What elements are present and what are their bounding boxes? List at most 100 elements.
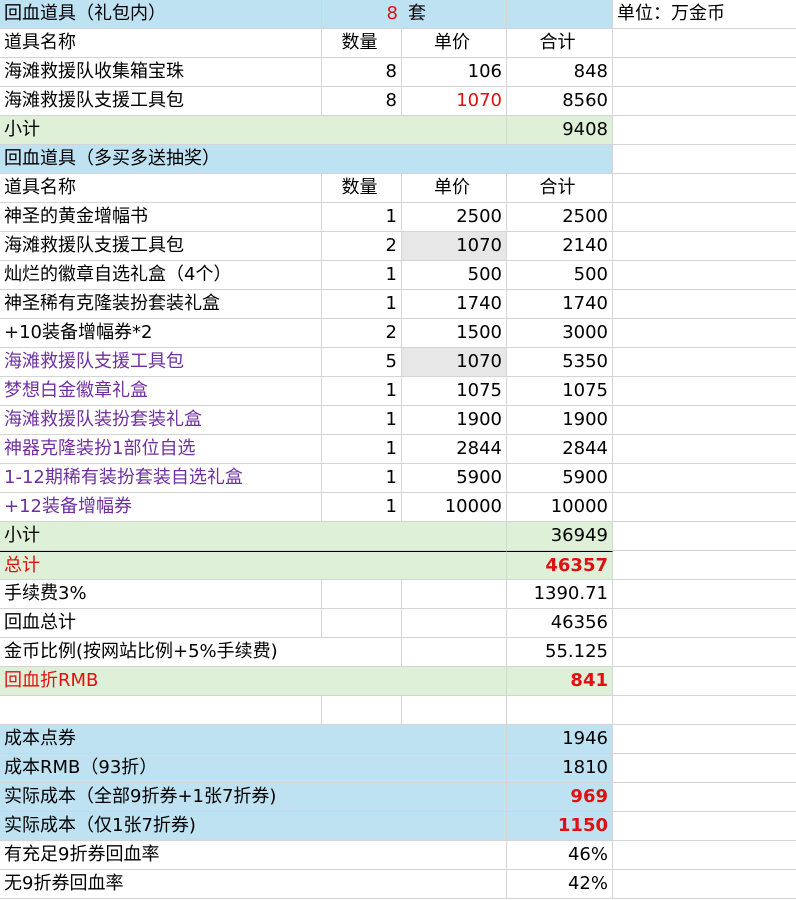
item-price[interactable]: 5900 [402,464,507,493]
empty-cell[interactable] [613,841,796,870]
empty-cell[interactable] [613,493,796,522]
fee-value[interactable]: 1390.71 [507,580,613,609]
empty-cell[interactable] [402,609,507,638]
item-total[interactable]: 1075 [507,377,613,406]
item-qty[interactable]: 2 [322,232,402,261]
empty-cell[interactable] [322,696,402,725]
item-total[interactable]: 5900 [507,464,613,493]
unit-label[interactable]: 单位：万金币 [613,0,796,29]
item-price[interactable]: 10000 [402,493,507,522]
item-total[interactable]: 10000 [507,493,613,522]
rate1-label[interactable]: 有充足9折券回血率 [0,841,507,870]
item-total[interactable]: 5350 [507,348,613,377]
item-total[interactable]: 2500 [507,203,613,232]
ratio-label[interactable]: 金币比例(按网站比例+5%手续费) [0,638,402,667]
empty-cell[interactable] [322,609,402,638]
empty-cell[interactable] [402,580,507,609]
empty-cell[interactable] [322,580,402,609]
empty-cell[interactable] [613,174,796,203]
item-qty[interactable]: 2 [322,319,402,348]
item-price[interactable]: 2500 [402,203,507,232]
item-price[interactable]: 106 [402,58,507,87]
item-name[interactable]: 梦想白金徽章礼盒 [0,377,322,406]
grand-total-value[interactable]: 46357 [507,551,613,580]
empty-cell[interactable] [613,696,796,725]
empty-cell[interactable] [613,754,796,783]
empty-cell[interactable] [613,87,796,116]
actual-cost1-value[interactable]: 969 [507,783,613,812]
item-total[interactable]: 8560 [507,87,613,116]
item-name[interactable]: 神器克隆装扮1部位自选 [0,435,322,464]
subtotal-value[interactable]: 9408 [507,116,613,145]
empty-cell[interactable] [613,58,796,87]
empty-cell[interactable] [613,812,796,841]
ratio-value[interactable]: 55.125 [507,638,613,667]
empty-cell[interactable] [613,406,796,435]
cost-rmb-value[interactable]: 1810 [507,754,613,783]
net-label[interactable]: 回血总计 [0,609,322,638]
empty-cell[interactable] [613,29,796,58]
header-qty[interactable]: 数量 [322,174,402,203]
cost-points-value[interactable]: 1946 [507,725,613,754]
item-qty[interactable]: 1 [322,435,402,464]
grand-total-label[interactable]: 总计 [0,551,507,580]
item-name[interactable]: +12装备增幅券 [0,493,322,522]
item-name[interactable]: 灿烂的徽章自选礼盒（4个） [0,261,322,290]
item-qty[interactable]: 1 [322,493,402,522]
item-name[interactable]: 海滩救援队支援工具包 [0,348,322,377]
item-total[interactable]: 1900 [507,406,613,435]
empty-cell[interactable] [613,522,796,551]
item-total[interactable]: 3000 [507,319,613,348]
fee-label[interactable]: 手续费3% [0,580,322,609]
empty-cell[interactable] [402,696,507,725]
cost-rmb-label[interactable]: 成本RMB（93折） [0,754,507,783]
item-qty[interactable]: 8 [322,58,402,87]
actual-cost2-label[interactable]: 实际成本（仅1张7折券) [0,812,507,841]
empty-cell[interactable] [613,725,796,754]
empty-cell[interactable] [613,638,796,667]
header-name[interactable]: 道具名称 [0,29,322,58]
item-price[interactable]: 1075 [402,377,507,406]
item-total[interactable]: 2844 [507,435,613,464]
item-qty[interactable]: 1 [322,261,402,290]
header-total[interactable]: 合计 [507,29,613,58]
section1-count-unit[interactable]: 套 [402,0,507,29]
item-price[interactable]: 1070 [402,87,507,116]
empty-cell[interactable] [613,116,796,145]
empty-cell[interactable] [613,348,796,377]
actual-cost2-value[interactable]: 1150 [507,812,613,841]
net-value[interactable]: 46356 [507,609,613,638]
item-price[interactable]: 500 [402,261,507,290]
item-total[interactable]: 500 [507,261,613,290]
empty-cell[interactable] [613,580,796,609]
empty-cell[interactable] [613,290,796,319]
item-qty[interactable]: 1 [322,406,402,435]
item-price[interactable]: 1500 [402,319,507,348]
item-total[interactable]: 2140 [507,232,613,261]
item-qty[interactable]: 1 [322,377,402,406]
item-name[interactable]: 神圣的黄金增幅书 [0,203,322,232]
empty-cell[interactable] [613,551,796,580]
header-price[interactable]: 单价 [402,174,507,203]
item-name[interactable]: 1-12期稀有装扮套装自选礼盒 [0,464,322,493]
header-name[interactable]: 道具名称 [0,174,322,203]
item-price[interactable]: 1740 [402,290,507,319]
item-name[interactable]: 海滩救援队支援工具包 [0,232,322,261]
header-total[interactable]: 合计 [507,174,613,203]
empty-cell[interactable] [613,319,796,348]
item-name[interactable]: 海滩救援队支援工具包 [0,87,322,116]
empty-cell[interactable] [402,638,507,667]
section2-title[interactable]: 回血道具（多买多送抽奖） [0,145,613,174]
item-name[interactable]: 海滩救援队装扮套装礼盒 [0,406,322,435]
empty-cell[interactable] [613,261,796,290]
item-qty[interactable]: 1 [322,464,402,493]
item-total[interactable]: 848 [507,58,613,87]
empty-cell[interactable] [0,696,322,725]
empty-cell[interactable] [613,377,796,406]
item-price[interactable]: 1900 [402,406,507,435]
empty-cell[interactable] [613,870,796,899]
empty-cell[interactable] [613,435,796,464]
empty-cell[interactable] [613,464,796,493]
empty-cell[interactable] [613,783,796,812]
rate2-label[interactable]: 无9折券回血率 [0,870,507,899]
